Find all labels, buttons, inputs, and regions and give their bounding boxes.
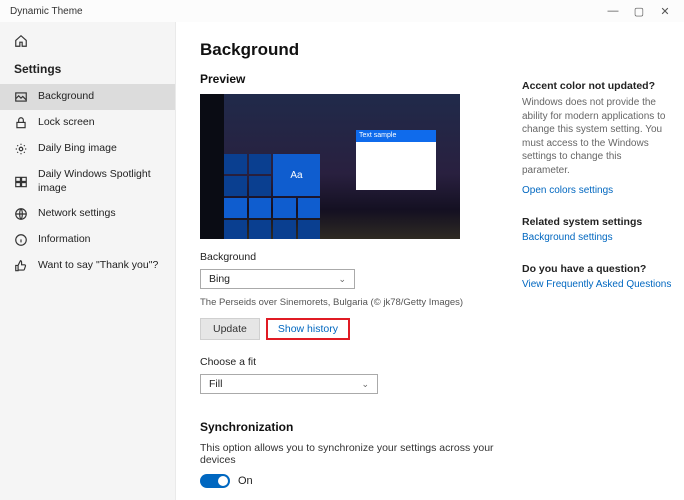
fit-value: Fill bbox=[209, 378, 222, 390]
sync-toggle-label: On bbox=[238, 475, 253, 487]
sidebar-item-label: Network settings bbox=[38, 207, 116, 221]
accent-text: Windows does not provide the ability for… bbox=[522, 96, 672, 177]
maximize-button[interactable]: ▢ bbox=[626, 2, 652, 20]
related-heading: Related system settings bbox=[522, 216, 672, 228]
preview-window: Text sample bbox=[356, 130, 436, 190]
sidebar-item-label: Information bbox=[38, 233, 91, 247]
sync-heading: Synchronization bbox=[200, 420, 510, 434]
image-caption: The Perseids over Sinemorets, Bulgaria (… bbox=[200, 297, 510, 308]
titlebar: Dynamic Theme — ▢ ✕ bbox=[0, 0, 684, 22]
background-icon bbox=[14, 90, 28, 104]
page-title: Background bbox=[200, 40, 510, 60]
home-button[interactable] bbox=[0, 30, 175, 62]
network-icon bbox=[14, 207, 28, 221]
show-history-button[interactable]: Show history bbox=[266, 318, 350, 340]
bing-icon bbox=[14, 142, 28, 156]
sidebar-item-label: Background bbox=[38, 90, 94, 104]
minimize-button[interactable]: — bbox=[600, 2, 626, 20]
sidebar-item-network[interactable]: Network settings bbox=[0, 201, 175, 227]
background-select[interactable]: Bing ⌄ bbox=[200, 269, 355, 289]
background-settings-link[interactable]: Background settings bbox=[522, 232, 672, 243]
fit-select[interactable]: Fill ⌄ bbox=[200, 374, 378, 394]
fit-label: Choose a fit bbox=[200, 356, 510, 368]
spotlight-icon bbox=[14, 175, 28, 189]
thumbs-icon bbox=[14, 259, 28, 273]
app-title: Dynamic Theme bbox=[10, 6, 600, 17]
lock-icon bbox=[14, 116, 28, 130]
aside-panel: Accent color not updated? Windows does n… bbox=[522, 40, 672, 500]
chevron-down-icon: ⌄ bbox=[338, 274, 346, 285]
background-value: Bing bbox=[209, 273, 230, 285]
preview-heading: Preview bbox=[200, 72, 510, 86]
sidebar-item-label: Lock screen bbox=[38, 116, 95, 130]
sidebar-item-label: Daily Bing image bbox=[38, 142, 117, 156]
sidebar-item-label: Daily Windows Spotlight image bbox=[38, 168, 161, 195]
preview-tile-big: Aa bbox=[273, 154, 320, 196]
chevron-down-icon: ⌄ bbox=[361, 379, 369, 390]
preview-image: Aa Text sample bbox=[200, 94, 460, 239]
sidebar-item-information[interactable]: Information bbox=[0, 227, 175, 253]
background-label: Background bbox=[200, 251, 510, 263]
home-icon bbox=[14, 34, 28, 48]
faq-link[interactable]: View Frequently Asked Questions bbox=[522, 279, 672, 290]
sidebar-item-lockscreen[interactable]: Lock screen bbox=[0, 110, 175, 136]
sidebar: Settings Background Lock screen Daily Bi… bbox=[0, 22, 176, 500]
sidebar-item-thankyou[interactable]: Want to say "Thank you"? bbox=[0, 253, 175, 279]
accent-heading: Accent color not updated? bbox=[522, 80, 672, 92]
close-button[interactable]: ✕ bbox=[652, 2, 678, 20]
open-colors-link[interactable]: Open colors settings bbox=[522, 185, 672, 196]
update-button[interactable]: Update bbox=[200, 318, 260, 340]
app-body: Settings Background Lock screen Daily Bi… bbox=[0, 22, 684, 500]
sync-description: This option allows you to synchronize yo… bbox=[200, 442, 510, 466]
preview-window-label: Text sample bbox=[359, 130, 396, 142]
sidebar-item-background[interactable]: Background bbox=[0, 84, 175, 110]
main-content: Background Preview Aa Text sample Backgr… bbox=[176, 22, 684, 500]
sidebar-item-spotlight[interactable]: Daily Windows Spotlight image bbox=[0, 162, 175, 201]
info-icon bbox=[14, 233, 28, 247]
faq-heading: Do you have a question? bbox=[522, 263, 672, 275]
sidebar-item-bing[interactable]: Daily Bing image bbox=[0, 136, 175, 162]
sidebar-section-title: Settings bbox=[0, 62, 175, 84]
sidebar-item-label: Want to say "Thank you"? bbox=[38, 259, 158, 273]
sync-toggle[interactable] bbox=[200, 474, 230, 488]
